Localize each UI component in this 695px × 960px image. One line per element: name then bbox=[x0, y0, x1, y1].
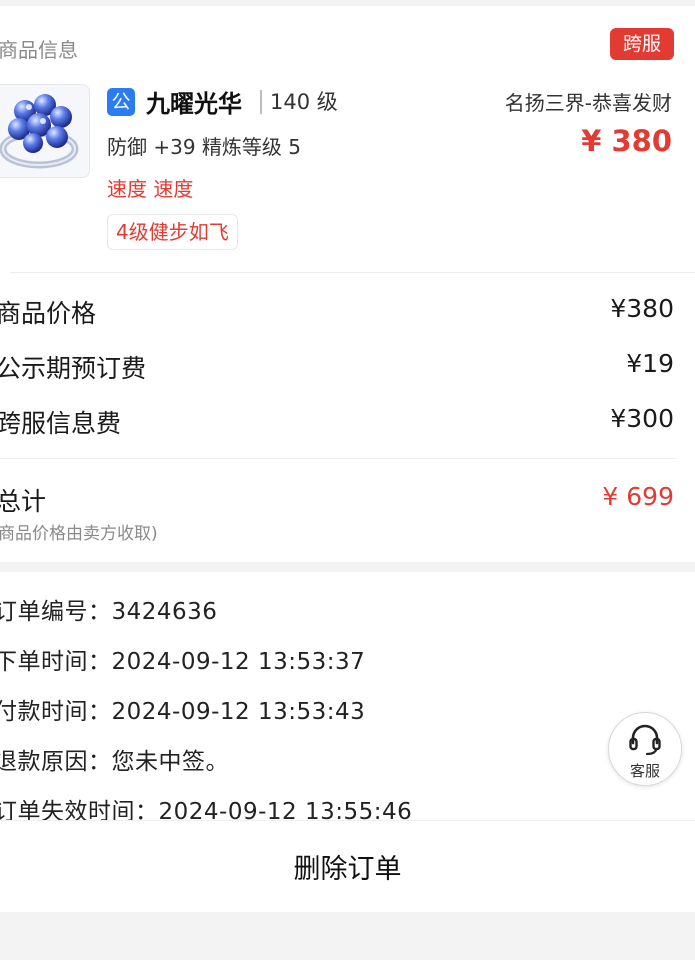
product-name: 九曜光华 bbox=[146, 90, 242, 118]
fee-label-item-price: 商品价格 bbox=[0, 299, 97, 328]
product-image bbox=[0, 84, 90, 178]
product-price: ¥ 380 bbox=[581, 124, 672, 158]
customer-service-button[interactable]: 客服 bbox=[608, 712, 682, 786]
fee-value-cross-server: ¥300 bbox=[610, 404, 674, 433]
fee-value-item-price: ¥380 bbox=[610, 294, 674, 323]
fee-label-deposit: 公示期预订费 bbox=[0, 354, 147, 383]
order-created-time: 下单时间：2024-09-12 13:53:37 bbox=[0, 649, 366, 675]
headset-icon bbox=[629, 724, 661, 755]
total-label: 总计 bbox=[0, 487, 47, 516]
jewel-ring-icon bbox=[0, 94, 79, 169]
divider bbox=[10, 272, 695, 273]
public-badge: 公 bbox=[107, 88, 135, 116]
fee-label-cross-server: 跨服信息费 bbox=[0, 409, 122, 438]
product-attribute: 防御 +39 精炼等级 5 bbox=[107, 135, 302, 159]
product-level: 140 级 bbox=[270, 90, 338, 114]
server-name: 名扬三界-恭喜发财 bbox=[504, 91, 672, 115]
cross-server-badge: 跨服 bbox=[610, 28, 674, 60]
total-note: 商品价格由卖方收取) bbox=[0, 524, 158, 544]
order-paid-time: 付款时间：2024-09-12 13:53:43 bbox=[0, 699, 366, 725]
bottom-action-bar: 删除订单 bbox=[0, 820, 695, 911]
product-card: 商品信息 跨服 公 九曜光华 140 级 名扬三界-恭喜发财 防御 +39 精炼… bbox=[0, 6, 695, 562]
delete-order-button[interactable]: 删除订单 bbox=[0, 847, 695, 886]
order-number: 订单编号：3424636 bbox=[0, 599, 218, 625]
section-label: 商品信息 bbox=[0, 38, 78, 62]
divider bbox=[260, 90, 262, 114]
refund-reason: 退款原因：您未中签。 bbox=[0, 749, 229, 775]
total-value: ¥ 699 bbox=[602, 482, 674, 511]
customer-service-label: 客服 bbox=[629, 762, 660, 780]
skill-tag: 4级健步如飞 bbox=[107, 214, 238, 250]
special-attribute: 速度 速度 bbox=[107, 177, 194, 201]
fee-value-deposit: ¥19 bbox=[626, 349, 674, 378]
divider bbox=[0, 458, 676, 459]
